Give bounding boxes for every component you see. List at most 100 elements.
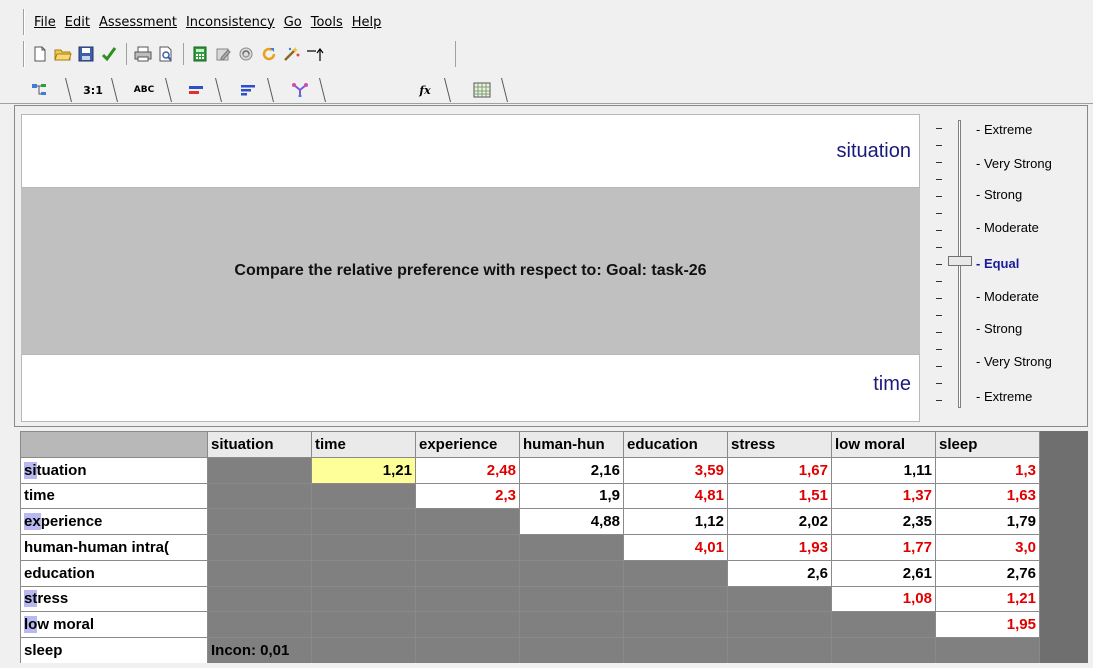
scale-label[interactable]: - Extreme [976,122,1032,137]
matrix-row: time 2,3 1,9 4,81 1,51 1,37 1,63 [20,482,1047,510]
edit-icon[interactable] [213,44,233,64]
matrix-cell[interactable]: 1,9 [519,482,624,510]
matrix-row-header[interactable]: sleep [20,637,208,663]
menu-inconsistency-label: Inconsistency [185,14,275,30]
save-disk-icon[interactable] [76,44,96,64]
tab-edge [102,78,118,102]
matrix-cell [831,637,936,663]
verbal-scale[interactable]: - Extreme - Very Strong - Strong - Moderate… [932,114,1082,420]
bottom-criterion-box[interactable]: time [21,354,920,422]
print-preview-icon[interactable] [156,44,176,64]
matrix-cell[interactable]: 3,59 [623,456,728,484]
menu-file[interactable]: File [34,15,56,30]
matrix-cell[interactable]: 1,08 [831,585,936,613]
matrix-cell[interactable]: 4,01 [623,534,728,561]
tab-tree[interactable] [18,78,72,102]
menu-tools[interactable]: Tools [311,15,343,30]
matrix-cell[interactable]: 1,12 [623,508,728,535]
matrix-column-header[interactable]: situation [207,431,312,458]
matrix-cell[interactable]: 1,63 [935,482,1040,510]
scale-slider-thumb[interactable] [948,256,972,266]
matrix-cell[interactable]: 1,77 [831,534,936,561]
matrix-row-header[interactable]: education [20,559,208,587]
matrix-cell[interactable]: 1,21 [935,585,1040,613]
matrix-cell[interactable]: 2,6 [727,559,832,587]
matrix-filler [1039,483,1047,509]
matrix-cell[interactable]: 2,16 [519,456,624,484]
matrix-cell[interactable]: 3,0 [935,534,1040,561]
tab-matrix[interactable] [462,78,508,102]
matrix-cell[interactable]: 1,51 [727,482,832,510]
menu-help[interactable]: Help [352,15,382,30]
scale-label[interactable]: - Strong [976,187,1022,202]
matrix-cell[interactable]: 2,76 [935,559,1040,587]
matrix-cell[interactable]: 1,79 [935,508,1040,535]
matrix-cell[interactable]: 4,81 [623,482,728,510]
tab-ratio[interactable]: 3:1 [74,78,118,102]
menu-go[interactable]: Go [284,15,302,30]
matrix-cell[interactable]: 1,67 [727,456,832,484]
menu-inconsistency[interactable]: Inconsistency [186,15,275,30]
new-document-icon[interactable] [30,44,50,64]
matrix-column-header[interactable]: human-hun [519,431,624,458]
matrix-cell[interactable]: 2,35 [831,508,936,535]
scale-label[interactable]: - Equal [976,256,1019,271]
view-tabs: 3:1 ABC fx [0,71,1093,105]
scale-label[interactable]: - Very Strong [976,354,1052,369]
scale-tick [936,349,942,350]
matrix-cell[interactable]: 1,3 [935,456,1040,484]
scale-label[interactable]: - Strong [976,321,1022,336]
refresh-icon[interactable] [259,44,279,64]
matrix-cell [415,508,520,535]
matrix-cell[interactable]: 2,61 [831,559,936,587]
matrix-row-header[interactable]: experience [20,508,208,535]
tab-edge [56,78,72,102]
scale-label[interactable]: - Extreme [976,389,1032,404]
top-criterion-box[interactable]: situation [21,114,920,188]
matrix-cell[interactable]: 2,48 [415,456,520,484]
matrix-cell[interactable]: 1,37 [831,482,936,510]
matrix-cell[interactable]: 1,93 [727,534,832,561]
menu-edit[interactable]: Edit [65,15,90,30]
calculator-icon[interactable] [190,44,210,64]
matrix-row-header[interactable]: stress [20,585,208,613]
scale-label[interactable]: - Moderate [976,289,1039,304]
matrix-cell[interactable]: 2,3 [415,482,520,510]
matrix-column-header[interactable]: sleep [935,431,1040,458]
tab-bar[interactable] [176,78,222,102]
open-folder-icon[interactable] [53,44,73,64]
matrix-cell[interactable]: 1,95 [935,611,1040,638]
menu-tools-label: Tools [310,14,343,30]
tab-network[interactable] [280,78,326,102]
print-icon[interactable] [133,44,153,64]
matrix-column-header[interactable]: time [311,431,416,458]
scale-tick [936,179,942,180]
tab-formula[interactable]: fx [405,78,451,102]
matrix-cell [935,637,1040,663]
matrix-cell[interactable]: 4,88 [519,508,624,535]
scale-label[interactable]: - Moderate [976,220,1039,235]
matrix-row-header[interactable]: human-human intra( [20,534,208,561]
wand-icon[interactable] [282,44,302,64]
arrow-up-icon[interactable] [305,44,325,64]
matrix-cell [831,611,936,638]
matrix-cell[interactable]: 2,02 [727,508,832,535]
tab-verbal[interactable]: ABC [122,78,172,102]
matrix-column-header[interactable]: experience [415,431,520,458]
green-check-icon[interactable] [99,44,119,64]
matrix-row-header[interactable]: time [20,482,208,510]
matrix-row-header[interactable]: low moral [20,611,208,638]
matrix-cell [311,508,416,535]
menu-assessment[interactable]: Assessment [99,15,177,30]
scale-label[interactable]: - Very Strong [976,156,1052,171]
tab-ratio-label: 3:1 [83,83,103,97]
matrix-column-header[interactable]: education [623,431,728,458]
matrix-cell[interactable]: 1,21 [311,456,416,484]
matrix-cell[interactable]: 1,11 [831,456,936,484]
recycle-icon[interactable] [236,44,256,64]
matrix-column-header[interactable]: low moral [831,431,936,458]
matrix-column-header[interactable]: stress [727,431,832,458]
tab-bars[interactable] [228,78,274,102]
matrix-cell [207,534,312,561]
matrix-row-header[interactable]: situation [20,456,208,484]
